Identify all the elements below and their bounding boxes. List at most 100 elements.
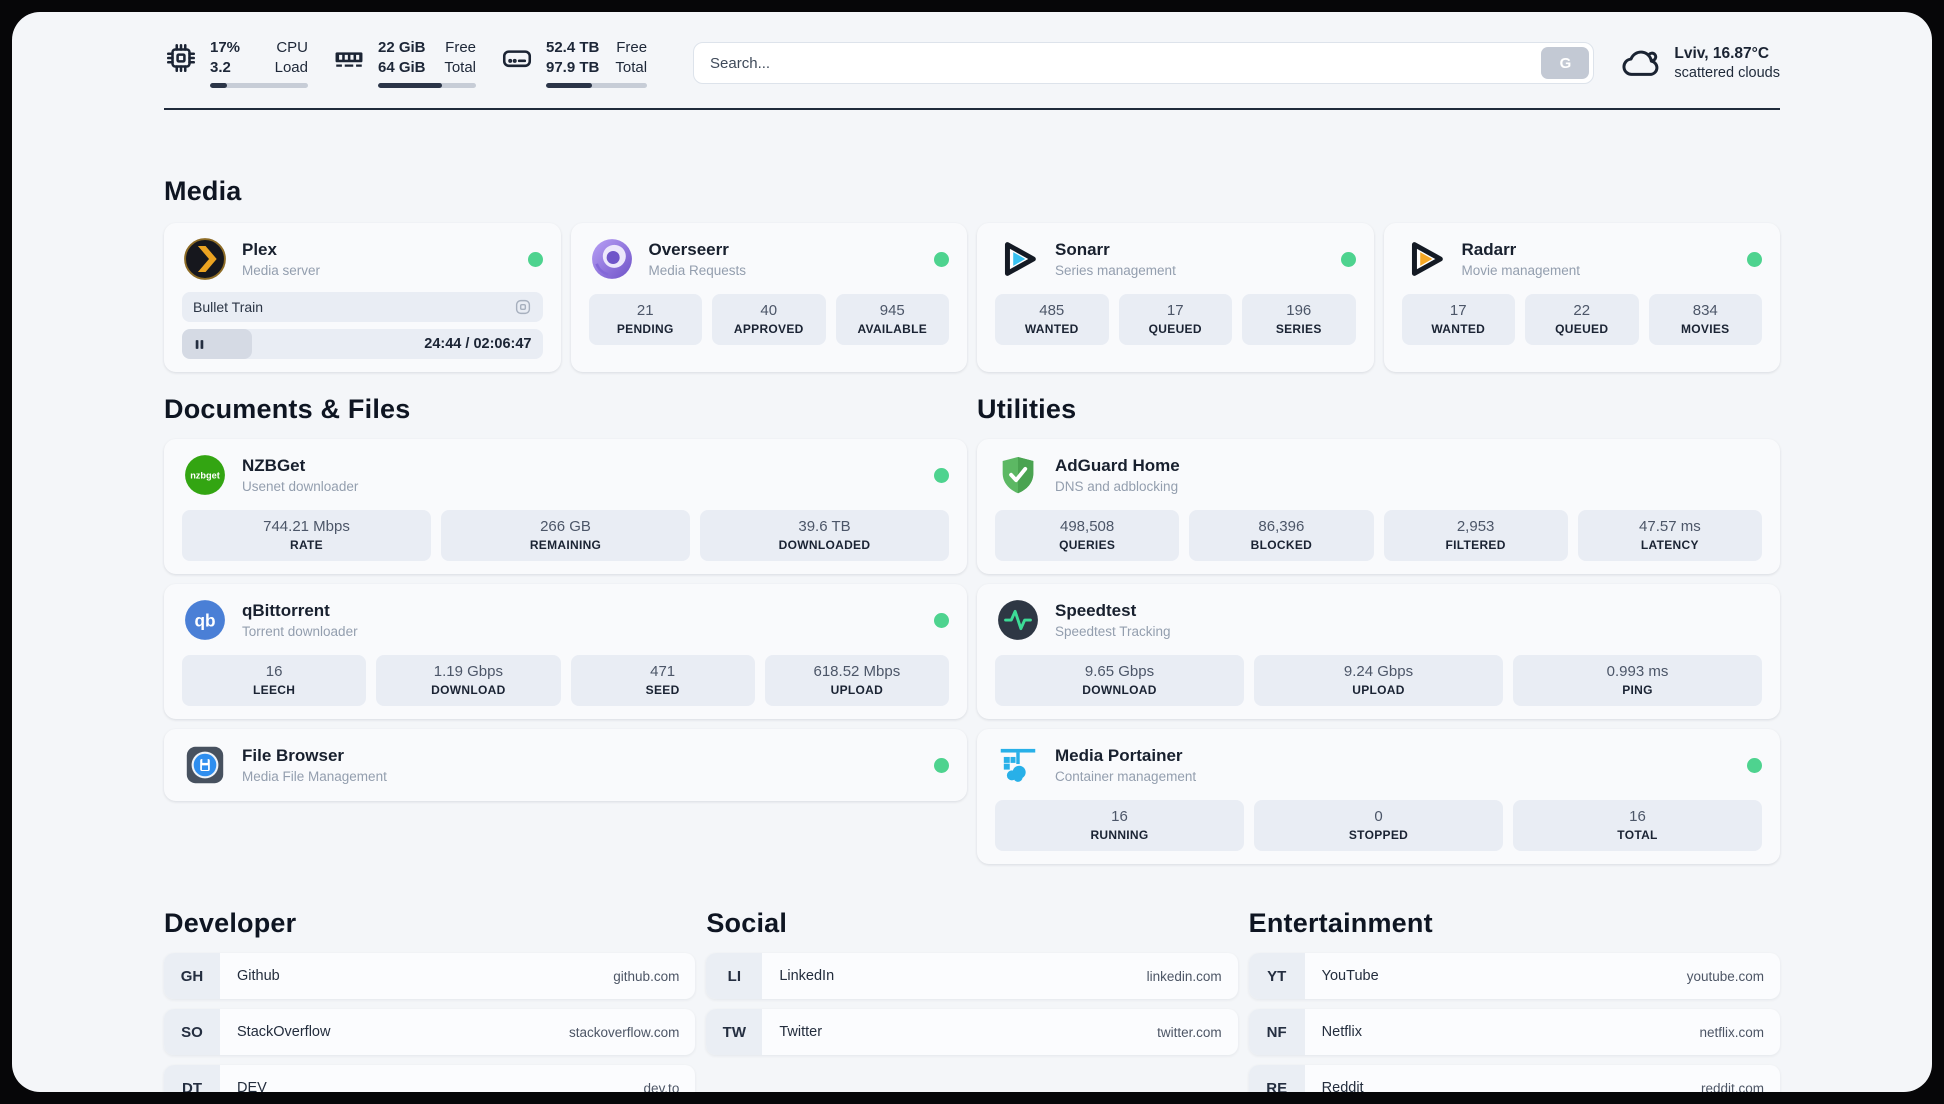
bookmark-name: LinkedIn	[779, 968, 835, 984]
bookmark-badge: RE	[1248, 1065, 1305, 1092]
app-title: Plex	[242, 239, 277, 259]
app-title: NZBGet	[242, 455, 306, 475]
status-dot	[1747, 757, 1762, 773]
search-bar: G	[693, 42, 1595, 84]
memory-metric: 22 GiB 64 GiB Free Total	[332, 38, 476, 88]
stat-pending: 21 PENDING	[588, 294, 702, 345]
playback-progress-row: 24:44 / 02:06:47	[182, 329, 543, 359]
stat-total: 16 TOTAL	[1513, 800, 1762, 851]
ram-icon	[332, 41, 366, 75]
bookmark-badge: NF	[1248, 1009, 1305, 1055]
bookmark-name: Twitter	[779, 1024, 823, 1040]
stat-download: 1.19 Gbps DOWNLOAD	[376, 655, 561, 706]
stat-movies: 834 MOVIES	[1648, 294, 1762, 345]
header-divider	[164, 108, 1780, 110]
app-title: Overseerr	[648, 239, 729, 259]
stat-queued: 17 QUEUED	[1118, 294, 1232, 345]
status-dot	[934, 612, 949, 628]
app-subtitle: Usenet downloader	[242, 479, 359, 495]
app-card-portainer[interactable]: Media Portainer Container management 16 …	[977, 729, 1780, 864]
stat-approved: 40 APPROVED	[712, 294, 826, 345]
storage-free-value: 52.4 TB	[546, 39, 600, 56]
bookmark-stackoverflow[interactable]: SO StackOverflow stackoverflow.com	[164, 1009, 696, 1055]
bookmark-reddit[interactable]: RE Reddit reddit.com	[1248, 1065, 1780, 1093]
memory-free-value: 22 GiB	[378, 39, 426, 56]
weather-condition: scattered clouds	[1674, 65, 1780, 81]
filebrowser-icon	[182, 742, 228, 788]
app-card-filebrowser[interactable]: File Browser Media File Management	[164, 729, 967, 801]
section-title-social: Social	[706, 908, 788, 938]
bookmark-netflix[interactable]: NF Netflix netflix.com	[1248, 1009, 1780, 1055]
stat-upload: 618.52 Mbps UPLOAD	[764, 655, 949, 706]
stat-series: 196 SERIES	[1242, 294, 1356, 345]
app-card-nzbget[interactable]: nzbget NZBGet Usenet downloader 744.21 M…	[164, 439, 967, 574]
bookmark-badge: LI	[706, 953, 763, 999]
cpu-load-value: 3.2	[210, 58, 231, 76]
status-dot	[934, 757, 949, 773]
section-title-documents: Documents & Files	[164, 394, 411, 424]
stat-remaining: 266 GB REMAINING	[441, 510, 690, 561]
now-playing-row: Bullet Train	[182, 292, 543, 322]
cloud-icon	[1620, 42, 1662, 84]
svg-text:qb: qb	[194, 611, 215, 631]
bookmark-url: dev.to	[643, 1080, 680, 1093]
stat-downloaded: 39.6 TB DOWNLOADED	[700, 510, 949, 561]
status-dot	[1340, 251, 1356, 267]
bookmark-github[interactable]: GH Github github.com	[164, 953, 696, 999]
qbittorrent-icon: qb	[182, 597, 228, 643]
status-dot	[934, 467, 949, 483]
app-card-speedtest[interactable]: Speedtest Speedtest Tracking 9.65 Gbps D…	[977, 584, 1780, 719]
bookmark-url: stackoverflow.com	[569, 1024, 680, 1040]
pause-icon	[193, 338, 206, 351]
memory-total-label: Total	[444, 58, 476, 76]
app-card-sonarr[interactable]: Sonarr Series management 485 WANTED 17 Q…	[977, 223, 1374, 372]
app-card-plex[interactable]: Plex Media server Bullet Train 24:44 / 0…	[164, 223, 561, 372]
cpu-label: CPU	[276, 39, 308, 56]
stat-upload: 9.24 Gbps UPLOAD	[1254, 655, 1503, 706]
plex-icon	[182, 236, 228, 282]
portainer-icon	[995, 742, 1041, 788]
adguard-icon	[995, 452, 1041, 498]
stat-blocked: 86,396 BLOCKED	[1189, 510, 1374, 561]
app-card-overseerr[interactable]: Overseerr Media Requests 21 PENDING 40 A…	[570, 223, 967, 372]
app-card-adguard[interactable]: AdGuard Home DNS and adblocking 498,508 …	[977, 439, 1780, 574]
app-subtitle: Series management	[1055, 263, 1176, 279]
stat-stopped: 0 STOPPED	[1254, 800, 1503, 851]
bookmark-url: netflix.com	[1699, 1024, 1764, 1040]
stat-queries: 498,508 QUERIES	[995, 510, 1180, 561]
search-engine-button[interactable]: G	[1541, 47, 1590, 79]
app-title: Media Portainer	[1055, 745, 1183, 765]
bookmark-badge: TW	[706, 1009, 763, 1055]
stat-download: 9.65 Gbps DOWNLOAD	[995, 655, 1244, 706]
bookmark-name: StackOverflow	[237, 1024, 331, 1040]
bookmark-badge: YT	[1248, 953, 1305, 999]
storage-total-label: Total	[615, 58, 648, 76]
stat-queued: 22 QUEUED	[1525, 294, 1639, 345]
bookmark-youtube[interactable]: YT YouTube youtube.com	[1248, 953, 1780, 999]
bookmark-name: DEV	[237, 1080, 267, 1092]
bookmark-dev[interactable]: DT DEV dev.to	[164, 1065, 696, 1093]
app-subtitle: Media Requests	[648, 263, 747, 279]
stat-leech: 16 LEECH	[182, 655, 367, 706]
storage-metric: 52.4 TB 97.9 TB Free Total	[500, 38, 648, 88]
stat-running: 16 RUNNING	[995, 800, 1244, 851]
speedtest-icon	[995, 597, 1041, 643]
bookmark-linkedin[interactable]: LI LinkedIn linkedin.com	[706, 953, 1238, 999]
status-dot	[527, 251, 543, 267]
storage-progress-fill	[546, 83, 593, 88]
app-card-radarr[interactable]: Radarr Movie management 17 WANTED 22 QUE…	[1383, 223, 1780, 372]
hard-drive-icon	[500, 41, 534, 75]
bookmark-url: reddit.com	[1700, 1080, 1764, 1093]
bookmark-name: Github	[237, 968, 280, 984]
sonarr-icon	[995, 236, 1041, 282]
app-title: File Browser	[242, 745, 345, 765]
bookmark-twitter[interactable]: TW Twitter twitter.com	[706, 1009, 1238, 1055]
bookmark-name: Reddit	[1321, 1080, 1364, 1092]
now-playing-title: Bullet Train	[193, 299, 264, 315]
playback-time: 24:44 / 02:06:47	[424, 336, 532, 352]
bookmark-url: youtube.com	[1686, 968, 1764, 984]
app-card-qbittorrent[interactable]: qb qBittorrent Torrent downloader 16 LEE…	[164, 584, 967, 719]
bookmark-badge: SO	[164, 1009, 220, 1055]
search-input[interactable]	[693, 42, 1595, 84]
stat-filtered: 2,953 FILTERED	[1383, 510, 1568, 561]
